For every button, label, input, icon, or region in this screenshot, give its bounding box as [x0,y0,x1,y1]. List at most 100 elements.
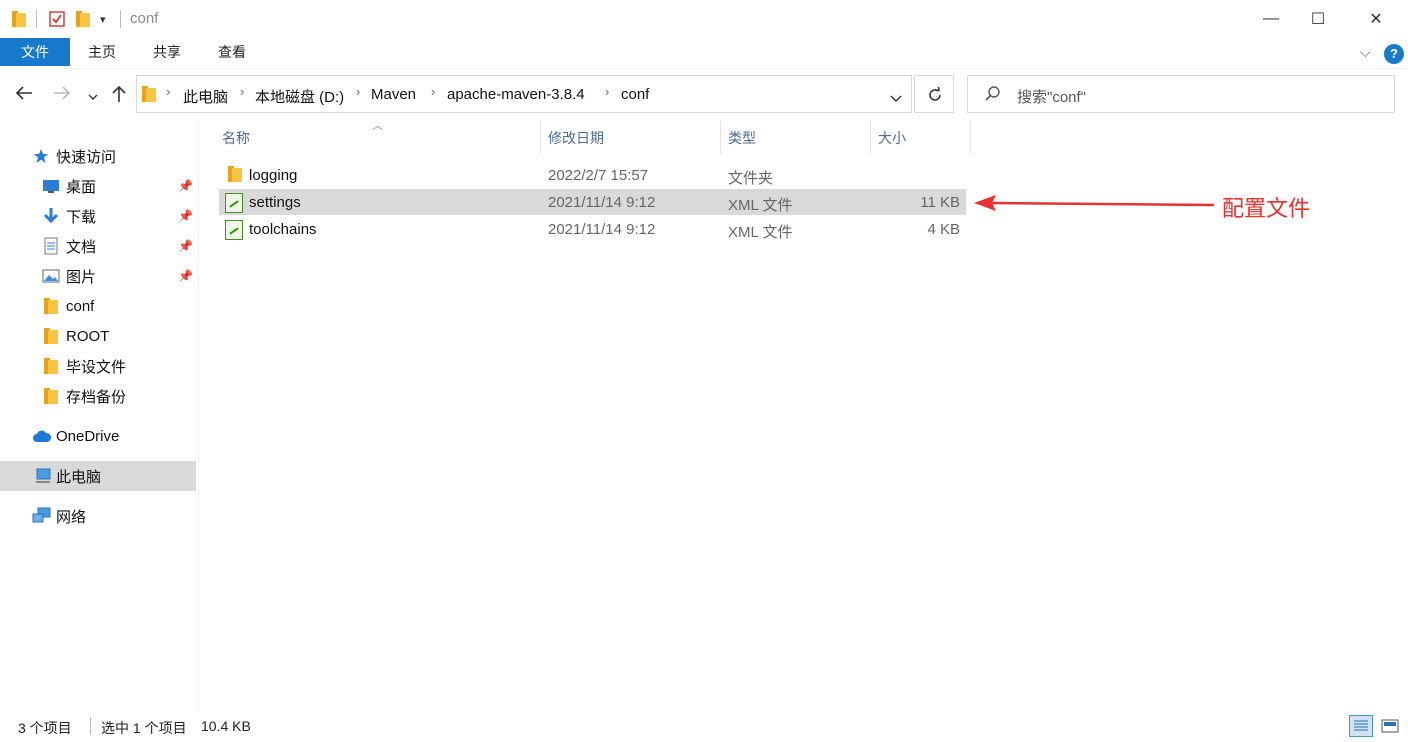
details-view-button[interactable] [1349,715,1373,737]
folder-icon [42,297,60,315]
network-icon [32,507,52,525]
close-button[interactable]: ✕ [1353,0,1399,38]
back-button[interactable] [14,84,34,107]
desktop-icon [42,177,60,195]
cloud-icon [32,427,52,445]
breadcrumb-drive-d[interactable]: 本地磁盘 (D:) [255,86,344,107]
column-divider[interactable] [970,120,971,154]
document-icon [42,237,60,255]
folder-icon [225,166,242,182]
nav-onedrive[interactable]: OneDrive [0,421,196,451]
forward-button[interactable] [52,84,72,107]
nav-this-pc[interactable]: 此电脑 [0,461,196,491]
tab-home[interactable]: 主页 [70,38,134,66]
file-date: 2022/2/7 15:57 [548,167,649,184]
column-header-name[interactable]: 名称 [222,128,250,148]
nav-label: 网络 [56,508,87,526]
file-date: 2021/11/14 9:12 [548,221,656,238]
nav-label: 图片 [66,268,97,286]
nav-item-desktop[interactable]: 桌面 📌 [0,171,196,201]
up-button[interactable] [110,84,128,109]
properties-icon[interactable] [48,9,66,29]
folder-icon [42,327,60,345]
file-type: XML 文件 [728,224,793,241]
column-divider[interactable] [720,120,721,154]
file-type: 文件夹 [728,170,774,187]
file-name: settings [249,194,301,211]
chevron-right-icon[interactable]: › [605,84,609,99]
recent-locations-icon[interactable] [88,88,98,106]
tab-view[interactable]: 查看 [200,38,264,66]
picture-icon [42,267,60,285]
folder-icon [42,387,60,405]
column-divider[interactable] [540,120,541,154]
nav-label: 文档 [66,238,97,256]
breadcrumb-this-pc[interactable]: 此电脑 [183,86,228,107]
file-size: 11 KB [920,194,960,211]
help-icon[interactable]: ? [1384,44,1404,64]
chevron-right-icon[interactable]: › [166,84,170,99]
breadcrumb-conf[interactable]: conf [621,86,649,103]
nav-label: 快速访问 [56,148,117,166]
nav-item-archive-backup[interactable]: 存档备份 [0,381,196,411]
new-folder-icon[interactable] [76,9,90,29]
nav-label: 下载 [66,208,97,226]
title-bar [0,0,1408,38]
breadcrumb-maven[interactable]: Maven [371,86,416,103]
customize-toolbar-icon[interactable]: ▾ [100,9,106,29]
expand-ribbon-icon[interactable]: ⌵ [1360,44,1371,61]
file-row-toolchains[interactable]: toolchains 2021/11/14 9:12 XML 文件 4 KB [219,216,966,242]
nav-label: conf [66,297,95,315]
annotation-label: 配置文件 [1222,197,1311,222]
nav-label: 存档备份 [66,388,127,406]
status-selected: 选中 1 个项目 [101,720,187,736]
computer-icon [34,467,52,485]
xml-file-icon [225,193,243,213]
tab-share[interactable]: 共享 [135,38,199,66]
chevron-right-icon[interactable]: › [431,84,435,99]
file-row-settings[interactable]: settings 2021/11/14 9:12 XML 文件 11 KB [219,189,966,215]
nav-item-documents[interactable]: 文档 📌 [0,231,196,261]
nav-label: ROOT [66,327,110,345]
tab-file[interactable]: 文件 [0,38,70,66]
pin-icon: 📌 [178,209,193,223]
chevron-right-icon[interactable]: › [356,84,360,99]
breadcrumb-apache-maven[interactable]: apache-maven-3.8.4 [447,86,585,103]
nav-network[interactable]: 网络 [0,501,196,531]
nav-label: 毕设文件 [66,358,127,376]
xml-file-icon [225,220,243,240]
file-name: toolchains [249,221,317,238]
status-item-count: 3 个项目 [18,720,72,736]
column-header-date[interactable]: 修改日期 [548,128,604,148]
nav-item-conf[interactable]: conf [0,291,196,321]
nav-label: 此电脑 [56,468,102,486]
column-header-size[interactable]: 大小 [878,128,906,148]
column-header-type[interactable]: 类型 [728,128,756,148]
nav-quick-access[interactable]: 快速访问 [0,141,196,171]
search-icon [984,85,1002,108]
nav-label: 桌面 [66,178,97,196]
folder-icon [12,9,26,29]
file-type: XML 文件 [728,197,793,214]
file-name: logging [249,167,298,184]
file-row-logging[interactable]: logging 2022/2/7 15:57 文件夹 [219,162,966,188]
nav-item-graduation-files[interactable]: 毕设文件 [0,351,196,381]
search-input[interactable]: 搜索"conf" [1017,86,1086,107]
large-icons-view-button[interactable] [1378,715,1402,737]
minimize-button[interactable]: — [1248,0,1294,38]
nav-item-root[interactable]: ROOT [0,321,196,351]
chevron-right-icon[interactable]: › [240,84,244,99]
pin-icon: 📌 [178,269,193,283]
pin-icon: 📌 [178,179,193,193]
address-dropdown-icon[interactable] [890,90,902,108]
file-size: 4 KB [927,221,960,238]
column-divider[interactable] [870,120,871,154]
divider [120,10,121,28]
refresh-button[interactable] [914,75,954,113]
star-icon [32,147,50,165]
nav-item-pictures[interactable]: 图片 📌 [0,261,196,291]
maximize-button[interactable]: ☐ [1295,0,1341,38]
nav-item-downloads[interactable]: 下载 📌 [0,201,196,231]
annotation-arrow [974,195,1215,211]
divider [90,717,91,735]
